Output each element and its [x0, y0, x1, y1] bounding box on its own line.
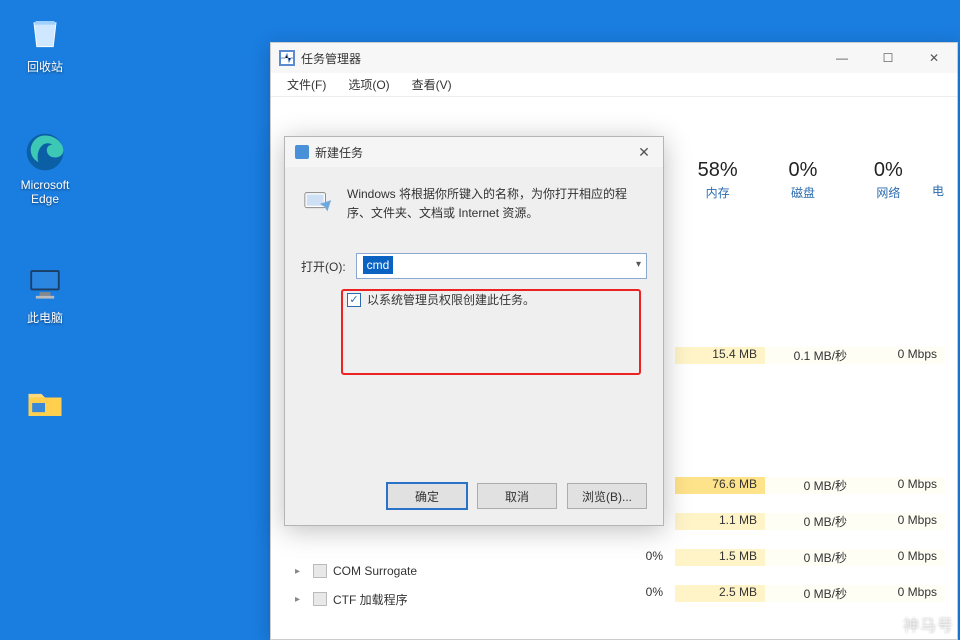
run-description-text: Windows 将根据你所键入的名称，为你打开相应的程序、文件夹、文档或 Int… — [347, 185, 647, 223]
run-dialog-titlebar[interactable]: 新建任务 ✕ — [285, 137, 663, 167]
col-memory[interactable]: 58% 内存 — [675, 159, 760, 201]
cell-disk: 0 MB/秒 — [765, 549, 855, 566]
chevron-right-icon: ▸ — [295, 594, 307, 605]
minimize-button[interactable]: — — [819, 43, 865, 73]
process-icon — [313, 592, 327, 606]
cell-disk: 0 MB/秒 — [765, 585, 855, 602]
run-admin-row: ✓ 以系统管理员权限创建此任务。 — [347, 291, 647, 308]
cell-disk: 0 MB/秒 — [765, 477, 855, 494]
desktop-icons: 回收站 Microsoft Edge 此电脑 — [10, 10, 80, 429]
desktop-icon-label: 此电脑 — [27, 309, 63, 326]
admin-checkbox[interactable]: ✓ — [347, 293, 361, 307]
process-row[interactable]: ▸ CTF 加载程序 — [291, 585, 657, 613]
admin-checkbox-label: 以系统管理员权限创建此任务。 — [367, 291, 535, 308]
process-icon — [313, 564, 327, 578]
col-memory-label: 内存 — [675, 184, 760, 201]
run-open-input[interactable]: cmd — [356, 253, 647, 279]
col-network[interactable]: 0% 网络 — [846, 159, 931, 201]
desktop-icon-label: Microsoft Edge — [10, 178, 80, 206]
ok-button[interactable]: 确定 — [387, 483, 467, 509]
run-open-value: cmd — [363, 256, 394, 274]
cell-memory: 76.6 MB — [675, 477, 765, 494]
chevron-right-icon: ▸ — [295, 566, 307, 577]
col-disk[interactable]: 0% 磁盘 — [760, 159, 845, 201]
edge-icon — [23, 130, 67, 174]
run-dialog-title: 新建任务 — [315, 144, 363, 161]
run-dialog-body: Windows 将根据你所键入的名称，为你打开相应的程序、文件夹、文档或 Int… — [285, 167, 663, 525]
cell-network: 0 Mbps — [855, 585, 945, 602]
col-extra: 电 — [931, 182, 945, 201]
process-list-names: ▸ COM Surrogate ▸ CTF 加载程序 — [291, 557, 657, 613]
resource-columns-header: 58% 内存 0% 磁盘 0% 网络 电 — [675, 159, 945, 201]
cell-memory: 2.5 MB — [675, 585, 765, 602]
run-open-input-wrap: cmd ▾ — [356, 253, 647, 279]
run-open-label: 打开(O): — [301, 258, 346, 275]
task-manager-title: 任务管理器 — [301, 50, 361, 67]
cell-disk: 0 MB/秒 — [765, 513, 855, 530]
process-name: COM Surrogate — [333, 564, 417, 578]
cell-disk: 0.1 MB/秒 — [765, 347, 855, 364]
process-row[interactable]: ▸ COM Surrogate — [291, 557, 657, 585]
cell-network: 0 Mbps — [855, 477, 945, 494]
cell-memory: 1.5 MB — [675, 549, 765, 566]
desktop-icon-edge[interactable]: Microsoft Edge — [10, 130, 80, 206]
cancel-button[interactable]: 取消 — [477, 483, 557, 509]
task-manager-titlebar[interactable]: 任务管理器 — ☐ ✕ — [271, 43, 957, 73]
menu-view[interactable]: 查看(V) — [408, 74, 456, 95]
close-button[interactable]: ✕ — [911, 43, 957, 73]
run-dialog-buttons: 确定 取消 浏览(B)... — [387, 483, 647, 509]
process-name: CTF 加载程序 — [333, 591, 408, 608]
window-controls: — ☐ ✕ — [819, 43, 957, 73]
col-network-pct: 0% — [846, 159, 931, 182]
recycle-bin-icon — [23, 10, 67, 54]
run-dialog: 新建任务 ✕ Windows 将根据你所键入的名称，为你打开相应的程序、文件夹、… — [284, 136, 664, 526]
col-disk-pct: 0% — [760, 159, 845, 182]
browse-button[interactable]: 浏览(B)... — [567, 483, 647, 509]
desktop-icon-label: 回收站 — [27, 58, 63, 75]
run-prompt-icon — [301, 185, 335, 219]
cell-network: 0 Mbps — [855, 513, 945, 530]
watermark: 神马号 — [903, 612, 954, 636]
run-open-row: 打开(O): cmd ▾ — [301, 253, 647, 279]
task-manager-icon — [279, 50, 295, 66]
desktop-icon-recycle-bin[interactable]: 回收站 — [10, 10, 80, 75]
menu-options[interactable]: 选项(O) — [344, 74, 393, 95]
folder-icon — [23, 381, 67, 425]
run-description-row: Windows 将根据你所键入的名称，为你打开相应的程序、文件夹、文档或 Int… — [301, 185, 647, 223]
chevron-down-icon[interactable]: ▾ — [636, 259, 641, 270]
desktop-icon-this-pc[interactable]: 此电脑 — [10, 261, 80, 326]
maximize-button[interactable]: ☐ — [865, 43, 911, 73]
col-network-label: 网络 — [846, 184, 931, 201]
run-dialog-icon — [295, 145, 309, 159]
task-manager-menubar: 文件(F) 选项(O) 查看(V) — [271, 73, 957, 97]
cell-network: 0 Mbps — [855, 347, 945, 364]
menu-file[interactable]: 文件(F) — [283, 74, 330, 95]
col-disk-label: 磁盘 — [760, 184, 845, 201]
close-icon[interactable]: ✕ — [635, 143, 653, 161]
cell-network: 0 Mbps — [855, 549, 945, 566]
cell-memory: 1.1 MB — [675, 513, 765, 530]
desktop-icon-file-explorer[interactable] — [10, 381, 80, 429]
cell-memory: 15.4 MB — [675, 347, 765, 364]
col-memory-pct: 58% — [675, 159, 760, 182]
computer-icon — [23, 261, 67, 305]
